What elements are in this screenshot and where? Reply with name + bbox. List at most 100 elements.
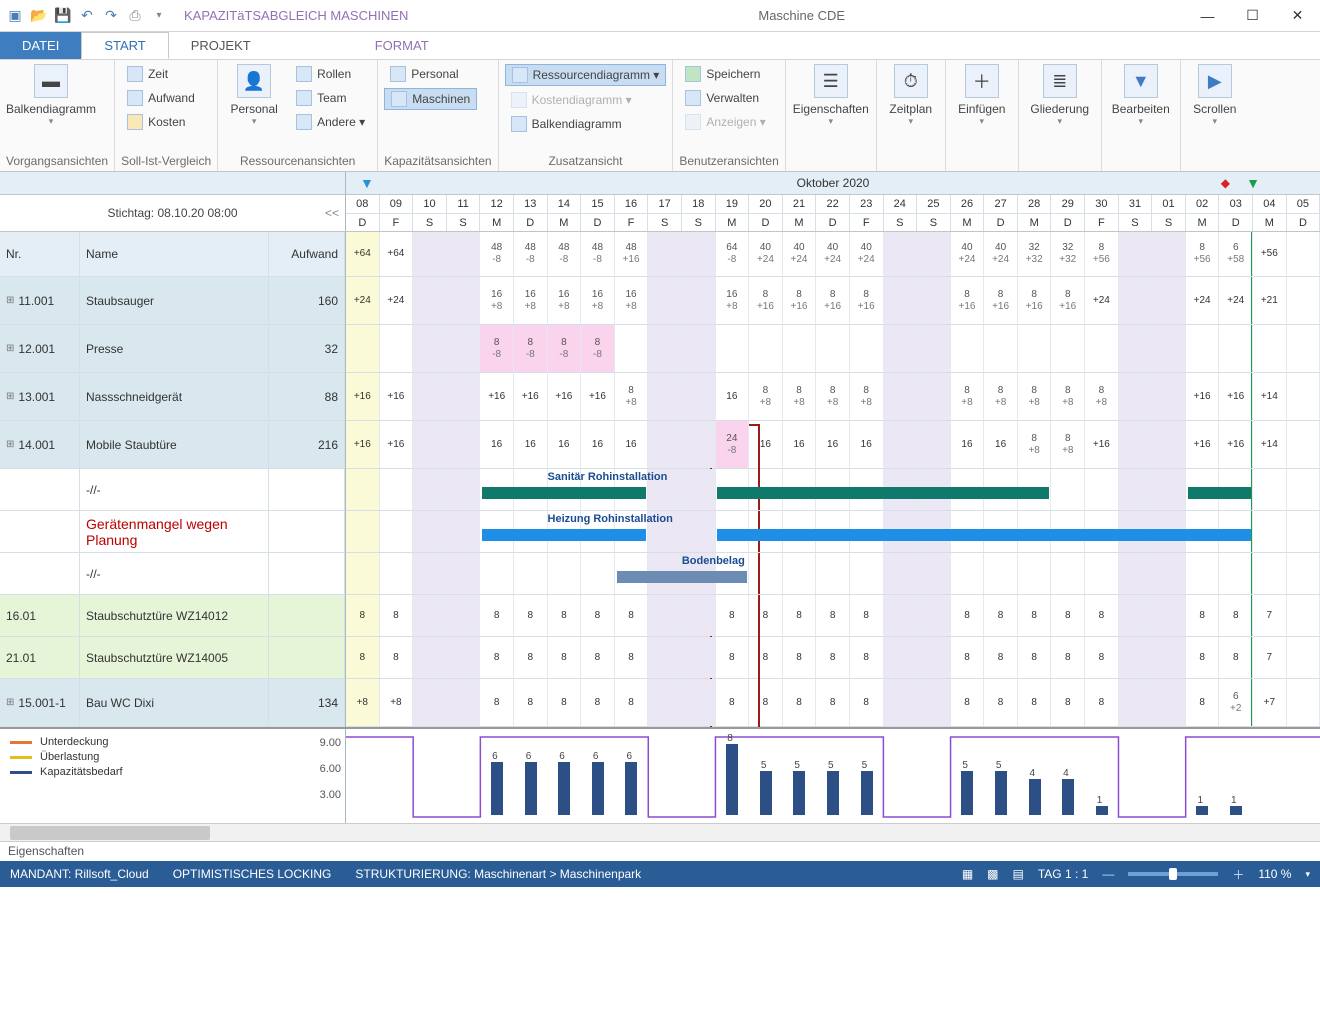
tab-datei[interactable]: DATEI	[0, 32, 81, 59]
chart-bar	[558, 762, 570, 815]
bearbeiten-button[interactable]: ▼Bearbeiten▾	[1108, 64, 1174, 127]
tab-start[interactable]: START	[81, 32, 168, 59]
date-column: 26M	[951, 195, 985, 231]
date-column: 25S	[917, 195, 951, 231]
personal-button[interactable]: 👤Personal▾	[224, 64, 284, 127]
maximize-icon[interactable]: ☐	[1230, 0, 1275, 32]
document-title: Maschine CDE	[418, 8, 1185, 23]
properties-pane-header[interactable]: Eigenschaften	[0, 841, 1320, 861]
kap-maschinen-button[interactable]: Maschinen	[384, 88, 477, 110]
module-title: KAPAZITäTSABGLEICH MASCHINEN	[174, 8, 418, 23]
horizontal-scrollbar[interactable]	[0, 823, 1320, 841]
ribbon-tabs: DATEI START PROJEKT FORMAT	[0, 32, 1320, 60]
app-icon: ▣	[6, 7, 24, 25]
kostendiagramm-button[interactable]: Kostendiagramm ▾	[505, 90, 667, 110]
date-column: 12M	[480, 195, 514, 231]
view-icon-1[interactable]: ▦	[962, 867, 973, 881]
gantt-bar[interactable]	[717, 487, 1049, 499]
minimize-icon[interactable]: —	[1185, 0, 1230, 32]
view-icon-2[interactable]: ▩	[987, 867, 998, 881]
eigenschaften-button[interactable]: ☰Eigenschaften▾	[792, 64, 870, 127]
zoom-in-button[interactable]: ＋	[1232, 866, 1244, 883]
status-struct: STRUKTURIERUNG: Maschinenart > Maschinen…	[355, 867, 641, 881]
timeline-row: 8-88-88-88-8	[346, 325, 1320, 373]
timeline-row: +64+6448-848-848-848-848+1664-840+2440+2…	[346, 232, 1320, 277]
print-icon[interactable]: ⎙	[126, 7, 144, 25]
ribbon: ▬Balkendiagramm▾Vorgangsansichten Zeit A…	[0, 60, 1320, 172]
redo-icon[interactable]: ↷	[102, 7, 120, 25]
zeitplan-button[interactable]: ⏱Zeitplan▾	[883, 64, 939, 127]
kap-personal-button[interactable]: Personal	[384, 64, 477, 84]
date-column: 28M	[1018, 195, 1052, 231]
aufwand-button[interactable]: Aufwand	[121, 88, 201, 108]
table-row[interactable]: -//-	[0, 553, 345, 595]
balkendiagramm-button[interactable]: ▬Balkendiagramm▾	[6, 64, 96, 127]
andere-button[interactable]: Andere ▾	[290, 112, 371, 132]
save-icon[interactable]: 💾	[54, 7, 72, 25]
date-column: 13D	[514, 195, 548, 231]
zoom-dropdown-icon[interactable]: ▾	[1305, 869, 1310, 880]
date-column: 20D	[749, 195, 783, 231]
table-row[interactable]: 16.01Staubschutztüre WZ14012	[0, 595, 345, 637]
team-button[interactable]: Team	[290, 88, 371, 108]
table-row[interactable]: 21.01Staubschutztüre WZ14005	[0, 637, 345, 679]
date-column: 04M	[1253, 195, 1287, 231]
timeline-row: +16+16+16+16+16+168+8168+88+88+88+88+88+…	[346, 373, 1320, 421]
tab-projekt[interactable]: PROJEKT	[169, 32, 273, 59]
kosten-button[interactable]: Kosten	[121, 112, 201, 132]
qat-dropdown-icon[interactable]: ▾	[150, 7, 168, 25]
status-bar: MANDANT: Rillsoft_Cloud OPTIMISTISCHES L…	[0, 861, 1320, 887]
zoom-slider[interactable]	[1128, 872, 1218, 876]
date-column: 29D	[1051, 195, 1085, 231]
nav-prev-button[interactable]: <<	[325, 206, 339, 220]
status-locking: OPTIMISTISCHES LOCKING	[173, 867, 332, 881]
zoom-level: 110 %	[1258, 867, 1291, 881]
zusatz-balken-button[interactable]: Balkendiagramm	[505, 114, 667, 134]
table-row[interactable]: Nr.NameAufwand	[0, 232, 345, 277]
ressourcendiagramm-button[interactable]: Ressourcendiagramm ▾	[505, 64, 667, 86]
date-column: 01S	[1152, 195, 1186, 231]
quick-access-toolbar: ▣ 📂 💾 ↶ ↷ ⎙ ▾	[0, 7, 174, 25]
undo-icon[interactable]: ↶	[78, 7, 96, 25]
gantt-bar[interactable]	[482, 529, 646, 541]
date-column: 24S	[884, 195, 918, 231]
date-column: 30F	[1085, 195, 1119, 231]
tab-format[interactable]: FORMAT	[353, 32, 451, 59]
marker-milestone-icon: ◆	[1221, 172, 1230, 194]
open-icon[interactable]: 📂	[30, 7, 48, 25]
date-column: 03D	[1219, 195, 1253, 231]
close-icon[interactable]: ✕	[1275, 0, 1320, 32]
scrollen-button[interactable]: ▶Scrollen▾	[1187, 64, 1243, 127]
verwalten-button[interactable]: Verwalten	[679, 88, 771, 108]
view-icon-3[interactable]: ▤	[1013, 867, 1024, 881]
gantt-bar[interactable]	[482, 487, 646, 499]
zeit-button[interactable]: Zeit	[121, 64, 201, 84]
speichern-button[interactable]: Speichern	[679, 64, 771, 84]
gantt-bar[interactable]	[617, 571, 747, 583]
chart-bar	[793, 771, 805, 815]
date-column: 11S	[447, 195, 481, 231]
chart-bar	[1062, 779, 1074, 815]
timeline-row: +8+888888888888888886+2+7	[346, 679, 1320, 727]
date-column: 05D	[1287, 195, 1320, 231]
rollen-button[interactable]: Rollen	[290, 64, 371, 84]
chart-bar	[726, 744, 738, 815]
table-row[interactable]: ⊞12.001Presse32	[0, 325, 345, 373]
table-row[interactable]: ⊞11.001Staubsauger160	[0, 277, 345, 325]
table-row[interactable]: Gerätenmangel wegen Planung	[0, 511, 345, 553]
chart-bar	[961, 771, 973, 815]
table-row[interactable]: -//-	[0, 469, 345, 511]
gantt-bar[interactable]	[717, 529, 1250, 541]
date-column: 10S	[413, 195, 447, 231]
zoom-out-button[interactable]: —	[1102, 867, 1114, 881]
timeline-row: Heizung RohinstallationFliesenarbeiten	[346, 511, 1320, 553]
gantt-bar[interactable]	[1188, 487, 1251, 499]
einfuegen-button[interactable]: ＋Einfügen▾	[952, 64, 1012, 127]
gantt-bar-label: Heizung Rohinstallation	[548, 513, 673, 525]
timeline-row: 88888888888888888887	[346, 595, 1320, 637]
gliederung-button[interactable]: ≣Gliederung▾	[1025, 64, 1095, 127]
table-row[interactable]: ⊞14.001Mobile Staubtüre216	[0, 421, 345, 469]
table-row[interactable]: ⊞13.001Nassschneidgerät88	[0, 373, 345, 421]
table-row[interactable]: ⊞15.001-1Bau WC Dixi134	[0, 679, 345, 727]
anzeigen-button[interactable]: Anzeigen ▾	[679, 112, 771, 132]
